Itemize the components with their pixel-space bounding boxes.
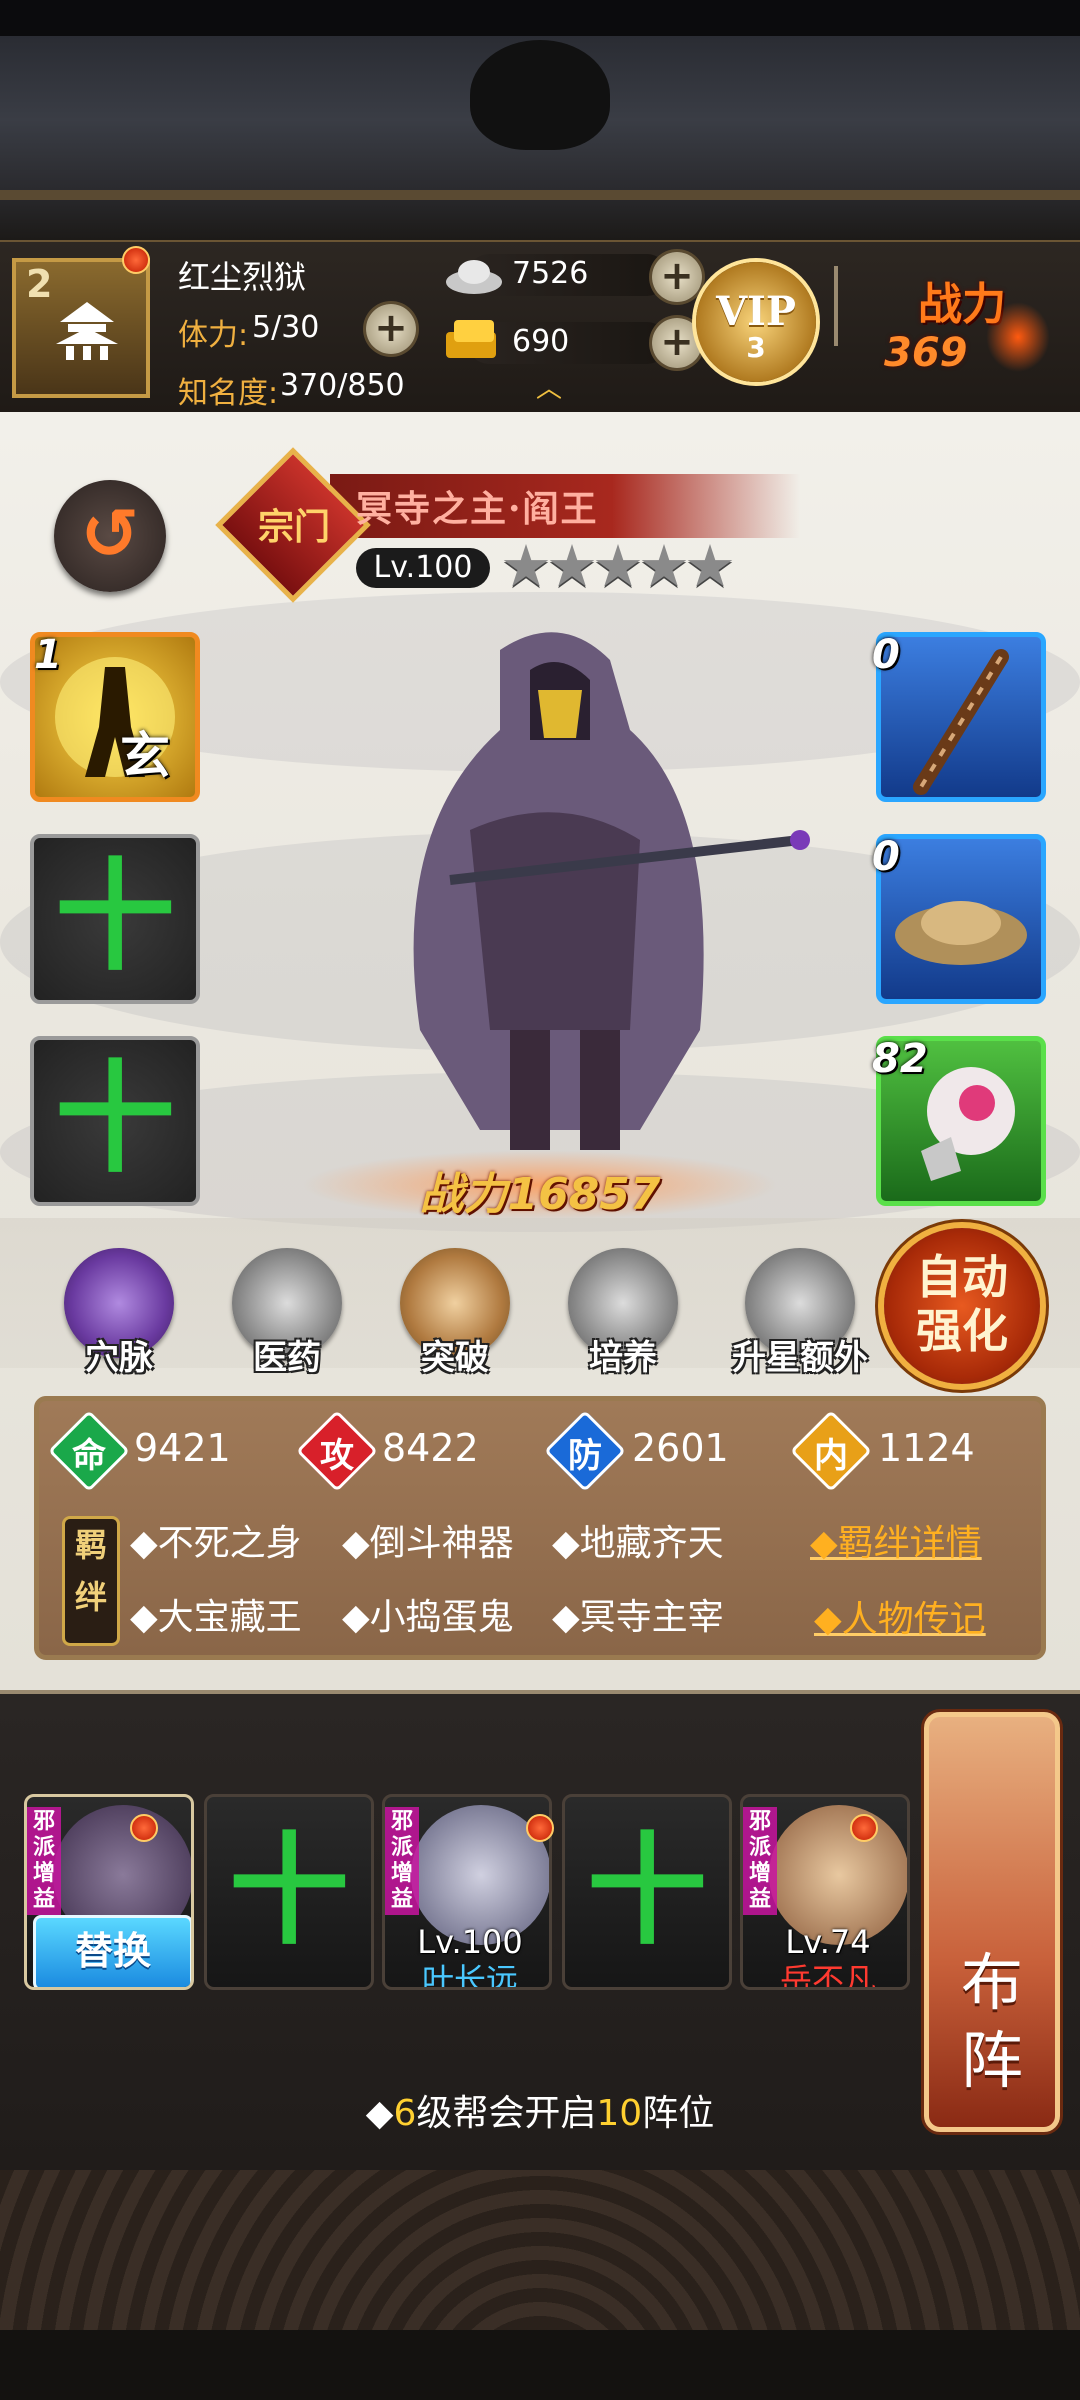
fame-value: 370/850 [280, 368, 405, 403]
treasure-slot-count: 82 [872, 1036, 928, 1082]
weapon-slot-count: 0 [872, 632, 900, 678]
fire-effect [986, 302, 1050, 372]
silver-ingot-icon [446, 260, 502, 294]
pagoda-icon [56, 302, 118, 360]
attack-stat-key: 攻 [320, 1436, 354, 1476]
hint-middle: 级帮会开启 [416, 2093, 597, 2134]
formation-label-1: 布 [960, 1946, 1023, 2019]
cultivate-label: 培养 [589, 1338, 657, 1378]
player-name: 红尘烈狱 [178, 258, 307, 296]
lineup-slot-current[interactable]: 邪派增益 替换 [24, 1794, 194, 1990]
player-level: 2 [26, 262, 53, 306]
add-silver-button[interactable]: + [652, 252, 702, 302]
medicine-button[interactable]: 医药 [222, 1248, 352, 1379]
hp-stat-key: 命 [72, 1436, 106, 1476]
evil-buff-tag: 邪派增益 [385, 1807, 419, 1915]
combat-power-value: 369 [884, 330, 968, 376]
bond-item: ◆冥寺主宰 [552, 1597, 724, 1638]
straw-hat-icon [895, 901, 1027, 965]
lineup-hero-name: 岳不凡 [779, 1961, 876, 1990]
defense-stat-value: 2601 [632, 1426, 729, 1470]
skill-slot-count: 1 [34, 632, 62, 678]
lineup-slot-empty[interactable]: 十 [204, 1794, 374, 1990]
hero-stars: ★★★★★ [500, 532, 736, 600]
breakthrough-label: 突破 [421, 1338, 489, 1378]
vip-level: 3 [746, 331, 766, 364]
formation-label: 布 阵 [924, 1944, 1060, 2100]
meridian-button[interactable]: 穴脉 [54, 1248, 184, 1379]
roof-beam [0, 190, 1080, 200]
add-stamina-button[interactable]: + [366, 304, 416, 354]
roof-background [0, 0, 1080, 240]
rank-badge-text: 宗门 [257, 506, 330, 548]
auto-strengthen-line1: 自动 [916, 1250, 1008, 1304]
add-hero-icon: 十 [587, 1822, 707, 1961]
hint-prefix: ◆ [365, 2093, 394, 2134]
hint-suffix: 阵位 [642, 2093, 715, 2134]
bond-detail-link[interactable]: ◆羁绊详情 [810, 1514, 982, 1566]
hint-number-2: 10 [596, 2093, 643, 2134]
lineup-notification-dot [850, 1814, 878, 1842]
lineup-hero-name: 叶长远 [421, 1961, 518, 1990]
add-gold-button[interactable]: + [652, 318, 702, 368]
staff-weapon-icon [913, 649, 1009, 795]
inner-stat-key: 内 [814, 1436, 848, 1476]
guild-hint: ◆6级帮会开启10阵位 [0, 2084, 1080, 2136]
lineup-slot-empty[interactable]: 十 [562, 1794, 732, 1990]
status-divider [834, 266, 838, 346]
bottom-bar [0, 2330, 1080, 2400]
bond-item: ◆地藏齐天 [552, 1523, 724, 1564]
attack-stat-value: 8422 [382, 1426, 479, 1470]
roof-ornament [470, 40, 610, 150]
defense-stat-key: 防 [568, 1436, 602, 1476]
fame-label: 知名度: [178, 376, 279, 411]
hero-power: 战力16857 [419, 1169, 661, 1220]
evil-buff-tag: 邪派增益 [27, 1807, 61, 1915]
hero-level: Lv.100 [356, 548, 490, 588]
hero-character-art [413, 632, 810, 1150]
expand-chevron-icon[interactable]: ︿ [524, 376, 574, 402]
stamina-label: 体力: [178, 318, 249, 353]
skill-slot-glyph: 玄 [120, 726, 170, 785]
bond-tag: 羁绊 [62, 1516, 120, 1646]
hat-slot[interactable] [876, 834, 1046, 1004]
star-upgrade-label: 升星额外 [732, 1338, 868, 1378]
silver-amount: 7526 [512, 256, 589, 291]
bond-item: ◆不死之身 [130, 1523, 302, 1564]
lineup-notification-dot [130, 1814, 158, 1842]
evil-buff-tag: 邪派增益 [743, 1807, 777, 1915]
breakthrough-button[interactable]: 突破 [390, 1248, 520, 1379]
stamina-value: 5/30 [252, 310, 320, 345]
gold-amount: 690 [512, 324, 570, 359]
vip-badge[interactable]: VIP 3 [696, 262, 816, 382]
biography-link[interactable]: ◆人物传记 [814, 1590, 986, 1642]
auto-strengthen-line2: 强化 [916, 1304, 1008, 1358]
back-button[interactable]: ↺ [54, 480, 166, 592]
add-hero-icon: 十 [229, 1822, 349, 1961]
weapon-slot[interactable] [876, 632, 1046, 802]
vip-label: VIP [716, 288, 796, 335]
medicine-label: 医药 [253, 1338, 321, 1378]
inner-stat-value: 1124 [878, 1426, 975, 1470]
empty-skill-slot[interactable]: 十 [30, 834, 200, 1004]
replace-button[interactable]: 替换 [33, 1915, 191, 1987]
bond-item: ◆倒斗神器 [342, 1523, 514, 1564]
meridian-label: 穴脉 [85, 1338, 153, 1378]
hero-name: 冥寺之主·阎王 [356, 488, 599, 530]
bond-item: ◆小捣蛋鬼 [342, 1597, 514, 1638]
bond-item: ◆大宝藏王 [130, 1597, 302, 1638]
hp-stat-value: 9421 [134, 1426, 231, 1470]
lineup-notification-dot [526, 1814, 554, 1842]
lineup-slot-hero[interactable]: 邪派增益 Lv.74 岳不凡 [740, 1794, 910, 1990]
star-upgrade-button[interactable]: 升星额外 [720, 1248, 880, 1379]
gold-ingot-icon [446, 320, 496, 358]
cultivate-button[interactable]: 培养 [558, 1248, 688, 1379]
auto-strengthen-button[interactable]: 自动 强化 [884, 1228, 1040, 1384]
empty-skill-slot[interactable]: 十 [30, 1036, 200, 1206]
hat-slot-count: 0 [872, 834, 900, 880]
hint-number-1: 6 [393, 2093, 417, 2134]
avatar-notification-dot [122, 246, 150, 274]
